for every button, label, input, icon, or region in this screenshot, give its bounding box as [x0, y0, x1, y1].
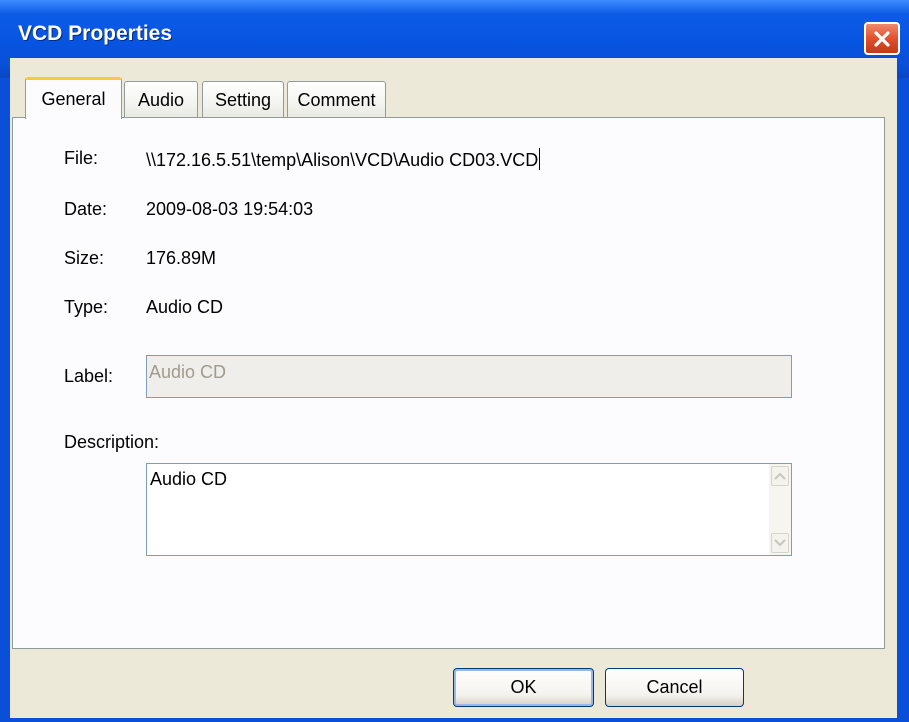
- cancel-button[interactable]: Cancel: [605, 668, 744, 707]
- tab-general[interactable]: General: [25, 77, 122, 119]
- cancel-button-label: Cancel: [646, 677, 703, 697]
- chevron-up-icon: [774, 472, 786, 480]
- close-button[interactable]: [864, 22, 900, 55]
- properties-window: VCD Properties General Audio Setting Com…: [0, 0, 909, 722]
- tab-audio-label: Audio: [137, 90, 185, 110]
- scroll-up-button[interactable]: [771, 466, 789, 486]
- type-label: Type:: [64, 297, 109, 317]
- description-scrollbar[interactable]: [769, 464, 791, 555]
- description-textarea[interactable]: Audio CD: [146, 463, 792, 556]
- file-label: File:: [64, 148, 99, 168]
- chevron-down-icon: [774, 539, 786, 547]
- size-value: 176.89M: [146, 248, 217, 268]
- date-label: Date:: [64, 199, 108, 219]
- tab-setting-label: Setting: [214, 90, 272, 110]
- tab-comment[interactable]: Comment: [287, 81, 386, 119]
- tab-general-label: General: [41, 89, 106, 109]
- date-value: 2009-08-03 19:54:03: [146, 199, 314, 219]
- tab-comment-label: Comment: [297, 90, 376, 110]
- type-value: Audio CD: [146, 297, 224, 317]
- label-field[interactable]: Audio CD: [146, 355, 792, 398]
- scroll-down-button[interactable]: [771, 533, 789, 553]
- tab-audio[interactable]: Audio: [124, 81, 198, 119]
- tab-setting[interactable]: Setting: [202, 81, 284, 119]
- close-icon: [874, 30, 890, 47]
- general-tab-panel: File: \\172.16.5.51\temp\Alison\VCD\Audi…: [12, 117, 885, 649]
- file-path-text: \\172.16.5.51\temp\Alison\VCD\Audio CD03…: [146, 150, 539, 170]
- ok-button[interactable]: OK: [453, 668, 594, 707]
- label-label: Label:: [64, 366, 114, 386]
- label-field-value: Audio CD: [149, 362, 227, 382]
- description-value: Audio CD: [150, 469, 228, 489]
- ok-button-label: OK: [510, 677, 537, 697]
- window-title: VCD Properties: [18, 22, 173, 45]
- size-label: Size:: [64, 248, 105, 268]
- file-path-value[interactable]: \\172.16.5.51\temp\Alison\VCD\Audio CD03…: [146, 148, 541, 171]
- text-cursor: [539, 148, 541, 170]
- description-label: Description:: [64, 432, 160, 452]
